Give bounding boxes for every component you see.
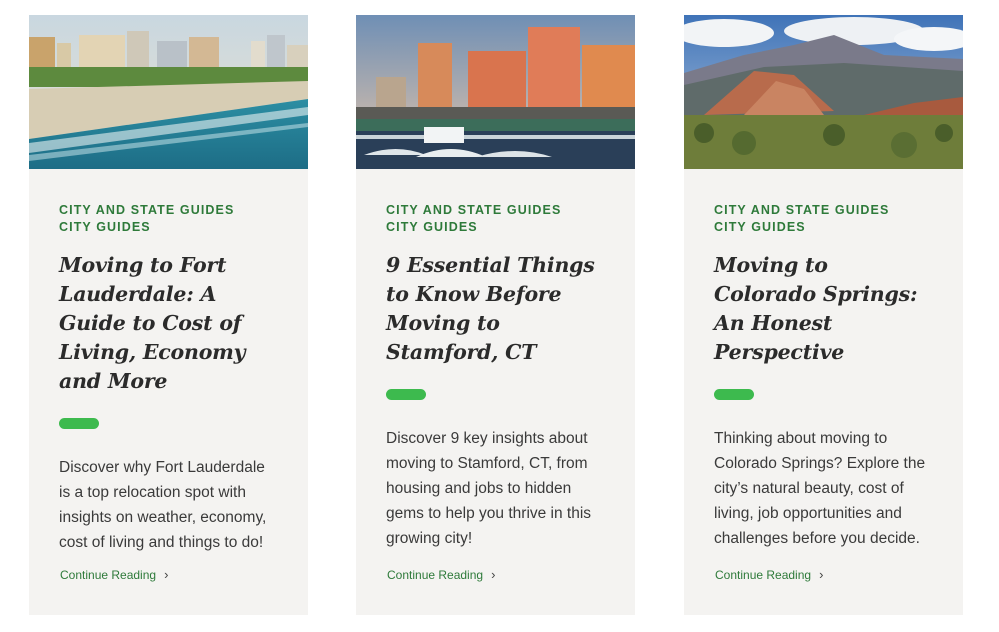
chevron-right-icon: › [491, 567, 496, 582]
accent-divider [714, 389, 754, 400]
category-list: CITY AND STATE GUIDES CITY GUIDES [386, 202, 605, 236]
continue-reading-link[interactable]: Continue Reading › [715, 567, 823, 582]
chevron-right-icon: › [819, 567, 824, 582]
category-link[interactable]: CITY AND STATE GUIDES [714, 202, 933, 219]
chevron-right-icon: › [164, 567, 169, 582]
continue-reading-label: Continue Reading [715, 567, 812, 582]
continue-reading-label: Continue Reading [60, 567, 157, 582]
marina-skyline-image[interactable] [356, 15, 635, 169]
beach-skyline-image[interactable] [29, 15, 308, 169]
accent-divider [59, 418, 99, 429]
accent-divider [386, 389, 426, 400]
continue-reading-label: Continue Reading [387, 567, 484, 582]
article-card: CITY AND STATE GUIDES CITY GUIDES Moving… [29, 15, 308, 615]
category-link[interactable]: CITY GUIDES [59, 219, 278, 236]
continue-reading-link[interactable]: Continue Reading › [387, 567, 495, 582]
article-card: CITY AND STATE GUIDES CITY GUIDES Moving… [684, 15, 963, 615]
category-link[interactable]: CITY GUIDES [386, 219, 605, 236]
article-excerpt: Thinking about moving to Colorado Spring… [714, 430, 926, 547]
mountain-rocks-image[interactable] [684, 15, 963, 169]
article-title[interactable]: Moving to Colorado Springs: An Honest Pe… [714, 251, 933, 367]
article-excerpt: Discover why Fort Lauderdale is a top re… [59, 459, 267, 551]
category-link[interactable]: CITY AND STATE GUIDES [386, 202, 605, 219]
article-card: CITY AND STATE GUIDES CITY GUIDES 9 Esse… [356, 15, 635, 615]
article-title[interactable]: 9 Essential Things to Know Before Moving… [386, 251, 605, 367]
category-link[interactable]: CITY GUIDES [714, 219, 933, 236]
category-link[interactable]: CITY AND STATE GUIDES [59, 202, 278, 219]
category-list: CITY AND STATE GUIDES CITY GUIDES [59, 202, 278, 236]
article-grid: CITY AND STATE GUIDES CITY GUIDES Moving… [0, 0, 999, 632]
continue-reading-link[interactable]: Continue Reading › [60, 567, 168, 582]
article-excerpt: Discover 9 key insights about moving to … [386, 430, 592, 547]
category-list: CITY AND STATE GUIDES CITY GUIDES [714, 202, 933, 236]
article-title[interactable]: Moving to Fort Lauderdale: A Guide to Co… [59, 251, 278, 396]
